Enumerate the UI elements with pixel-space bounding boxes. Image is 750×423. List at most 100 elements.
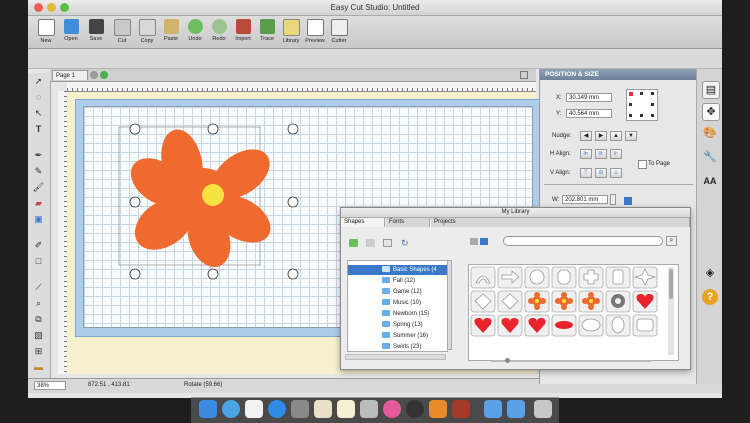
rotate-handle-top-left[interactable]	[129, 123, 141, 135]
preview-app-icon[interactable]	[360, 400, 378, 418]
group-icon[interactable]: ⊞	[32, 345, 45, 357]
finder-icon[interactable]	[199, 400, 217, 418]
new-item-icon[interactable]	[383, 239, 392, 247]
delete-icon[interactable]	[366, 239, 375, 247]
maximize-icon[interactable]	[520, 71, 528, 79]
stickies-icon[interactable]	[337, 400, 355, 418]
tab-page-1[interactable]: Page 1	[52, 70, 88, 80]
eyedropper-icon[interactable]: ✐	[32, 239, 45, 251]
pen-tool-icon[interactable]: ✒	[32, 149, 45, 161]
search-icon[interactable]: ⌕	[666, 236, 677, 246]
trace-button[interactable]: Trace	[255, 18, 279, 47]
import-button[interactable]: Import	[231, 18, 255, 47]
shapes-scrollbar[interactable]	[668, 267, 674, 355]
redo-button[interactable]: Redo	[207, 18, 231, 47]
add-page-icon[interactable]	[100, 71, 108, 79]
width-stepper[interactable]	[610, 194, 616, 205]
documents-folder-icon[interactable]	[507, 400, 525, 418]
safari-icon[interactable]	[222, 400, 240, 418]
preview-button[interactable]: Preview	[303, 18, 327, 47]
tree-scrollbar[interactable]	[447, 260, 452, 350]
tree-item-music[interactable]: Music (10)	[382, 298, 421, 308]
zoom-icon[interactable]: ⌕	[32, 297, 45, 309]
paste-button[interactable]: Paste	[159, 18, 183, 47]
scale-handle-right[interactable]	[287, 196, 299, 208]
tree-item-fall[interactable]: Fall (12)	[382, 276, 415, 286]
list-view-icon[interactable]	[470, 238, 478, 245]
palette-icon[interactable]: 🎨	[702, 125, 718, 141]
select-arrow-icon[interactable]: ➚	[32, 75, 45, 87]
flower-shape[interactable]	[122, 126, 279, 273]
node-edit-icon[interactable]: ↖	[32, 107, 45, 119]
tab-fonts[interactable]: Fonts	[386, 218, 430, 227]
open-button[interactable]: Open	[59, 18, 83, 47]
easy-cut-studio-icon[interactable]	[452, 400, 470, 418]
rectangle-tool-icon[interactable]: □	[32, 255, 45, 267]
rhinestone-icon[interactable]: ▬	[32, 361, 45, 373]
grid-view-icon[interactable]	[480, 238, 488, 245]
tree-item-summer[interactable]: Summer (16)	[382, 331, 428, 341]
library-button[interactable]: Library	[279, 18, 303, 47]
y-field[interactable]: 40.564 mm	[566, 109, 612, 118]
align-top-button[interactable]: ⊤	[580, 168, 592, 178]
eraser-icon[interactable]: ▰	[32, 197, 45, 209]
x-field[interactable]: 30.149 mm	[566, 93, 612, 102]
text-size-icon[interactable]: AA	[702, 173, 718, 189]
nudge-left-button[interactable]: ◀	[580, 131, 592, 141]
align-left-button[interactable]: ⊫	[580, 149, 592, 159]
align-middle-button[interactable]: ⊝	[595, 168, 607, 178]
app-store-icon[interactable]	[268, 400, 286, 418]
text-tool-icon[interactable]: T	[32, 123, 45, 135]
scale-handle-bottom[interactable]	[207, 268, 219, 280]
ibooks-icon[interactable]	[429, 400, 447, 418]
tree-item-basic-shapes[interactable]: Basic Shapes (4	[382, 265, 437, 275]
system-preferences-icon[interactable]	[406, 400, 424, 418]
zoom-field[interactable]: 38%	[34, 381, 66, 390]
knife-icon[interactable]: ⟋	[32, 281, 45, 293]
thumbnail-size-slider[interactable]	[491, 358, 651, 363]
lock-ratio-icon[interactable]	[624, 197, 632, 205]
pattern-icon[interactable]: ▧	[32, 329, 45, 341]
trash-icon[interactable]	[534, 400, 552, 418]
scale-handle-left[interactable]	[129, 196, 141, 208]
align-right-button[interactable]: ⊩	[610, 149, 622, 159]
rotate-handle-bottom-right[interactable]	[287, 268, 299, 280]
nudge-down-button[interactable]: ▼	[625, 131, 637, 141]
nudge-up-button[interactable]: ▲	[610, 131, 622, 141]
applications-folder-icon[interactable]	[484, 400, 502, 418]
notes-icon[interactable]	[314, 400, 332, 418]
close-tab-icon[interactable]	[90, 71, 98, 79]
rotate-handle-bottom-left[interactable]	[129, 268, 141, 280]
add-folder-icon[interactable]	[349, 239, 358, 247]
move-arrows-icon[interactable]: ✥	[702, 103, 720, 121]
tree-h-scrollbar[interactable]	[345, 354, 446, 360]
copy-button[interactable]: Copy	[135, 18, 159, 47]
scale-handle-top[interactable]	[207, 123, 219, 135]
align-center-button[interactable]: ⊪	[595, 149, 607, 159]
save-button[interactable]: Save	[84, 18, 108, 47]
cut-button[interactable]: Cut	[110, 18, 134, 47]
lasso-icon[interactable]: ◌	[32, 91, 45, 103]
to-page-checkbox[interactable]	[638, 160, 647, 169]
brush-icon[interactable]: 🖌	[32, 181, 45, 193]
tree-item-swirls[interactable]: Swirls (23)	[382, 342, 421, 352]
layers-icon[interactable]: ◈	[702, 265, 718, 281]
fill-icon[interactable]: ▣	[32, 213, 45, 225]
tab-projects[interactable]: Projects	[431, 218, 690, 227]
rotate-handle-top-right[interactable]	[287, 123, 299, 135]
tab-shapes[interactable]: Shapes	[341, 218, 385, 227]
pencil-icon[interactable]: ✎	[32, 165, 45, 177]
tree-item-spring[interactable]: Spring (13)	[382, 320, 423, 330]
help-icon[interactable]: ?	[702, 289, 718, 305]
tree-item-newborn[interactable]: Newborn (15)	[382, 309, 429, 319]
width-field[interactable]: 202.801 mm	[562, 195, 608, 204]
refresh-icon[interactable]: ↻	[401, 238, 409, 249]
wrench-icon[interactable]: 🔧	[702, 149, 718, 165]
calendar-icon[interactable]	[245, 400, 263, 418]
nudge-right-button[interactable]: ▶	[595, 131, 607, 141]
photo-booth-icon[interactable]	[291, 400, 309, 418]
new-button[interactable]: New	[34, 18, 58, 47]
document-icon[interactable]: ▤	[702, 81, 720, 99]
reference-point-selector[interactable]	[626, 89, 658, 121]
align-bottom-button[interactable]: ⊥	[610, 168, 622, 178]
